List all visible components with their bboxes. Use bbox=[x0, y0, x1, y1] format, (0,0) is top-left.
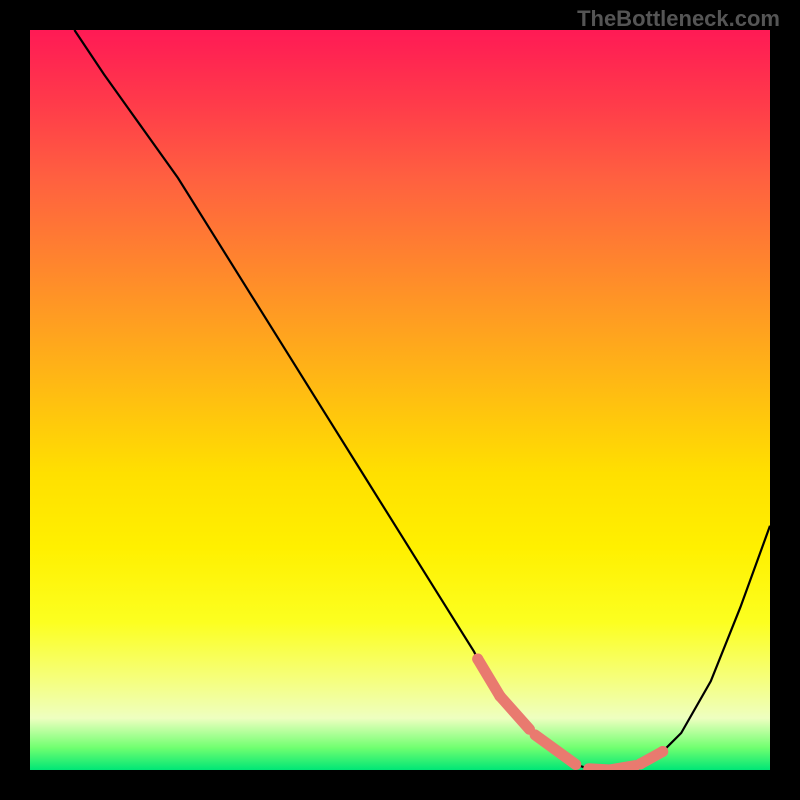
watermark-text: TheBottleneck.com bbox=[577, 6, 780, 32]
chart-plot-area bbox=[30, 30, 770, 770]
highlight-marker-cap bbox=[635, 758, 646, 769]
highlight-marker bbox=[535, 735, 576, 765]
highlight-marker-cap bbox=[472, 654, 483, 665]
highlight-marker-cap bbox=[657, 746, 668, 757]
highlight-marker bbox=[500, 696, 530, 729]
chart-svg-overlay bbox=[30, 30, 770, 770]
curve-group bbox=[74, 30, 770, 770]
highlight-marker bbox=[478, 659, 500, 696]
bottleneck-curve bbox=[74, 30, 770, 770]
highlight-markers bbox=[472, 654, 668, 771]
